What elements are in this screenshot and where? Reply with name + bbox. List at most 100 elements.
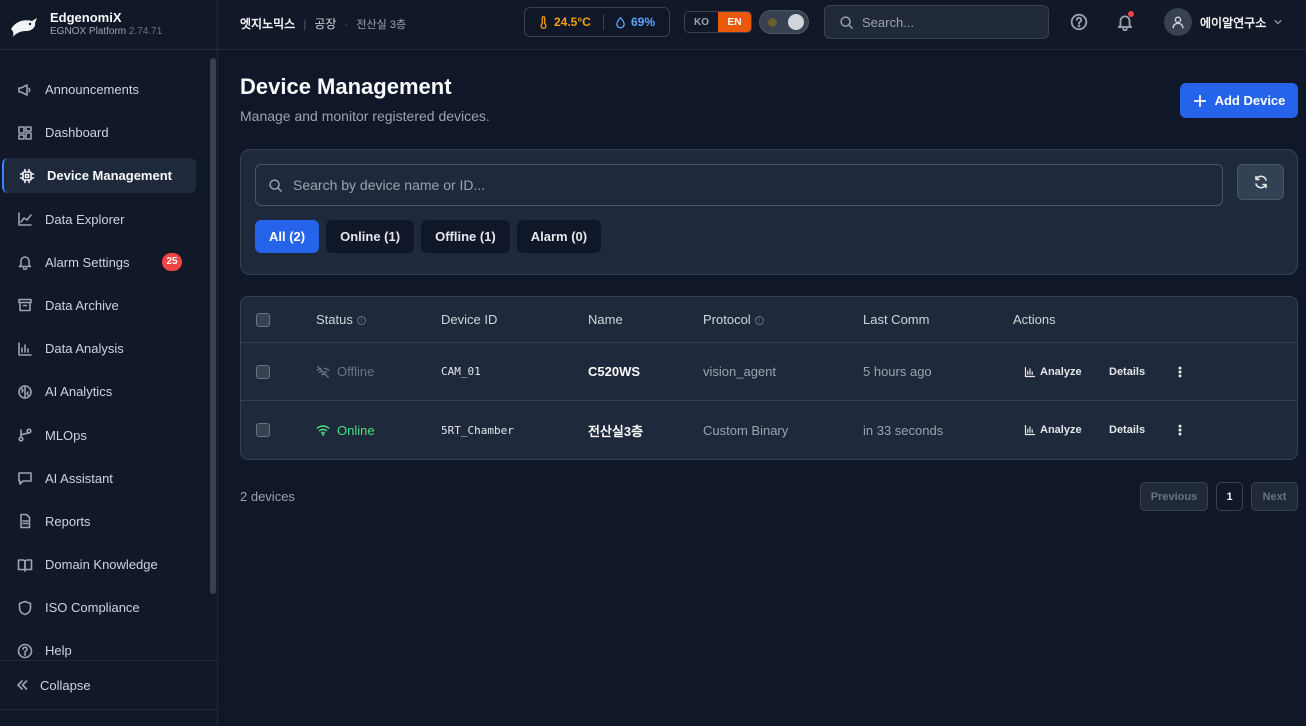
sidebar-item-iso-compliance[interactable]: ISO Compliance (2, 590, 196, 625)
sidebar-item-data-analysis[interactable]: Data Analysis (2, 331, 196, 366)
sidebar-item-ai-analytics[interactable]: AI Analytics (2, 374, 196, 409)
chat-icon (18, 472, 32, 485)
search-icon (840, 15, 853, 29)
refresh-button[interactable] (1237, 164, 1284, 200)
add-device-label: Add Device (1214, 93, 1286, 108)
page-1-button[interactable]: 1 (1216, 482, 1243, 511)
sidebar-item-dashboard[interactable]: Dashboard (2, 115, 196, 150)
sidebar-item-domain-knowledge[interactable]: Domain Knowledge (2, 547, 196, 582)
row-checkbox[interactable] (256, 364, 270, 379)
sidebar-item-help[interactable]: Help (2, 633, 196, 660)
device-id: 5RT_Chamber (441, 423, 514, 437)
breadcrumb: 엣지노믹스 | 공장 · 전산실 3층 (240, 15, 407, 32)
device-count: 2 devices (240, 489, 295, 504)
device-id: CAM_01 (441, 365, 481, 378)
sidebar-item-label: Announcements (45, 82, 139, 97)
sidebar-item-data-archive[interactable]: Data Archive (2, 288, 196, 323)
sun-icon (768, 18, 777, 27)
filter-offline[interactable]: Offline (1) (421, 220, 510, 253)
col-last-comm[interactable]: Last Comm (863, 312, 929, 327)
more-vertical-icon[interactable] (1173, 365, 1187, 379)
device-search-placeholder: Search by device name or ID... (293, 177, 486, 193)
sidebar-item-label: Reports (45, 513, 91, 529)
sidebar-item-ai-assistant[interactable]: AI Assistant (2, 461, 196, 496)
sidebar-item-label: Dashboard (45, 125, 109, 141)
col-name[interactable]: Name (588, 312, 623, 327)
archive-icon (18, 299, 32, 312)
sidebar-item-label: Help (45, 643, 72, 659)
filter-all[interactable]: All (2) (255, 220, 320, 253)
double-chevron-left-icon (17, 680, 28, 690)
select-all-checkbox[interactable] (256, 312, 270, 327)
last-comm: 5 hours ago (863, 364, 932, 379)
dashboard-icon (18, 125, 32, 140)
bell-icon (18, 256, 32, 271)
next-page-button[interactable]: Next (1251, 482, 1298, 511)
lang-ko-button[interactable]: KO (685, 12, 718, 32)
more-vertical-icon[interactable] (1173, 423, 1187, 437)
avatar (1164, 8, 1192, 36)
device-name[interactable]: 전산실3층 (588, 421, 643, 440)
toggle-knob (788, 14, 804, 30)
sidebar-scrollbar[interactable] (210, 58, 216, 594)
col-device-id[interactable]: Device ID (441, 312, 497, 327)
bar-chart-icon (1024, 366, 1036, 377)
details-button[interactable]: Details (1109, 424, 1145, 436)
breadcrumb-location[interactable]: 전산실 3층 (356, 16, 406, 32)
help-button[interactable] (1070, 13, 1090, 33)
filter-alarm[interactable]: Alarm (0) (516, 220, 602, 253)
device-search-input[interactable]: Search by device name or ID... (255, 164, 1223, 206)
brand[interactable]: EdgenomiX EGNOX Platform 2.74.71 (0, 0, 217, 50)
page-subtitle: Manage and monitor registered devices. (240, 108, 490, 124)
sidebar-item-reports[interactable]: Reports (2, 504, 196, 539)
previous-page-button[interactable]: Previous (1140, 482, 1208, 511)
collapse-button[interactable]: Collapse (0, 660, 217, 710)
filter-panel: Search by device name or ID... All (2) O… (240, 149, 1298, 275)
sidebar-item-label: AI Assistant (45, 470, 113, 486)
status-filter-tabs: All (2) Online (1) Offline (1) Alarm (0) (255, 220, 608, 253)
add-device-button[interactable]: Add Device (1180, 83, 1298, 118)
col-status[interactable]: Status i (316, 312, 366, 327)
sidebar-item-announcements[interactable]: Announcements (2, 72, 196, 107)
device-name[interactable]: C520WS (588, 364, 640, 379)
sidebar-item-label: ISO Compliance (45, 600, 140, 616)
lang-en-button[interactable]: EN (718, 12, 751, 32)
sidebar-item-alarm-settings[interactable]: Alarm Settings 25 (2, 245, 196, 280)
col-protocol[interactable]: Protocol i (703, 312, 764, 327)
table-row[interactable]: Offline CAM_01 C520WS vision_agent 5 hou… (241, 343, 1297, 401)
sidebar-item-label: Device Management (47, 168, 172, 184)
top-header: 엣지노믹스 | 공장 · 전산실 3층 24.5°C 69% KO EN Sea… (218, 0, 1306, 50)
megaphone-icon (18, 83, 31, 96)
app-version: EGNOX Platform 2.74.71 (50, 26, 163, 37)
chevron-down-icon (1274, 19, 1282, 25)
environment-widget: 24.5°C 69% (524, 7, 670, 37)
theme-toggle[interactable] (759, 10, 809, 34)
collapse-label: Collapse (40, 677, 91, 693)
row-checkbox[interactable] (256, 423, 270, 437)
sidebar-item-data-explorer[interactable]: Data Explorer (2, 202, 196, 237)
sidebar-item-label: Data Analysis (45, 341, 124, 357)
global-search-input[interactable]: Search... (824, 5, 1049, 39)
language-switch: KO EN (684, 11, 752, 33)
thermometer-icon (540, 15, 547, 29)
breadcrumb-site[interactable]: 공장 (314, 15, 336, 32)
device-table: Status i Device ID Name Protocol i Last Co… (240, 296, 1298, 460)
details-button[interactable]: Details (1109, 366, 1145, 378)
wifi-off-icon (316, 365, 330, 378)
user-menu[interactable]: 에이알연구소 (1164, 8, 1284, 36)
sidebar-item-label: Data Archive (45, 297, 119, 313)
brain-icon (18, 385, 32, 399)
sidebar: EdgenomiX EGNOX Platform 2.74.71 Announc… (0, 0, 218, 726)
temperature-readout: 24.5°C (525, 15, 603, 29)
sidebar-item-device-management[interactable]: Device Management (2, 158, 196, 194)
analyze-button[interactable]: Analyze (1024, 424, 1082, 436)
table-row[interactable]: Online 5RT_Chamber 전산실3층 Custom Binary i… (241, 401, 1297, 459)
sidebar-item-mlops[interactable]: MLOps (2, 418, 196, 453)
sidebar-item-label: Alarm Settings (45, 254, 130, 270)
analyze-button[interactable]: Analyze (1024, 366, 1082, 378)
breadcrumb-company[interactable]: 엣지노믹스 (240, 15, 295, 32)
notifications-button[interactable] (1116, 11, 1136, 33)
filter-online[interactable]: Online (1) (326, 220, 415, 253)
search-icon (269, 178, 282, 192)
col-actions: Actions (1013, 312, 1056, 327)
